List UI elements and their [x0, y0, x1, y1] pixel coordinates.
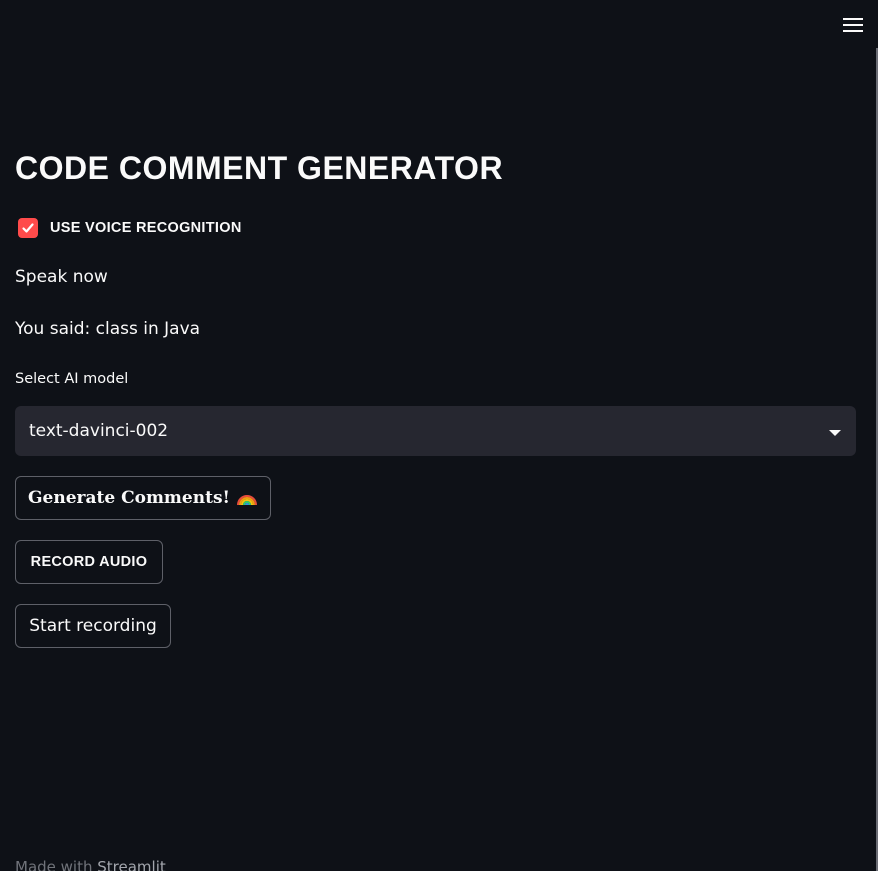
voice-recognition-checkbox[interactable]: USE VOICE RECOGNITION — [18, 218, 242, 238]
speak-prompt: Speak now — [15, 267, 108, 287]
model-select[interactable]: text-davinci-002 — [15, 406, 856, 456]
start-recording-button[interactable]: Start recording — [15, 604, 171, 648]
chevron-down-icon — [828, 422, 842, 441]
app-page: CODE COMMENT GENERATOR USE VOICE RECOGNI… — [0, 0, 878, 871]
footer-made-with: Made with — [15, 858, 93, 871]
model-select-label: Select AI model — [15, 371, 129, 387]
hamburger-menu-icon[interactable] — [842, 14, 864, 36]
page-title: CODE COMMENT GENERATOR — [15, 150, 504, 186]
main-content: CODE COMMENT GENERATOR USE VOICE RECOGNI… — [15, 150, 856, 648]
generate-comments-button[interactable]: Generate Comments! — [15, 476, 271, 520]
footer-brand-link[interactable]: Streamlit — [97, 858, 166, 871]
record-audio-button[interactable]: RECORD AUDIO — [15, 540, 163, 584]
transcription-text: You said: class in Java — [15, 319, 201, 339]
generate-comments-label: Generate Comments! — [28, 488, 230, 508]
rainbow-icon — [236, 491, 258, 506]
voice-recognition-label: USE VOICE RECOGNITION — [50, 220, 242, 236]
checkmark-icon[interactable] — [18, 218, 38, 238]
model-select-value: text-davinci-002 — [29, 421, 169, 441]
footer: Made with Streamlit — [15, 858, 166, 871]
